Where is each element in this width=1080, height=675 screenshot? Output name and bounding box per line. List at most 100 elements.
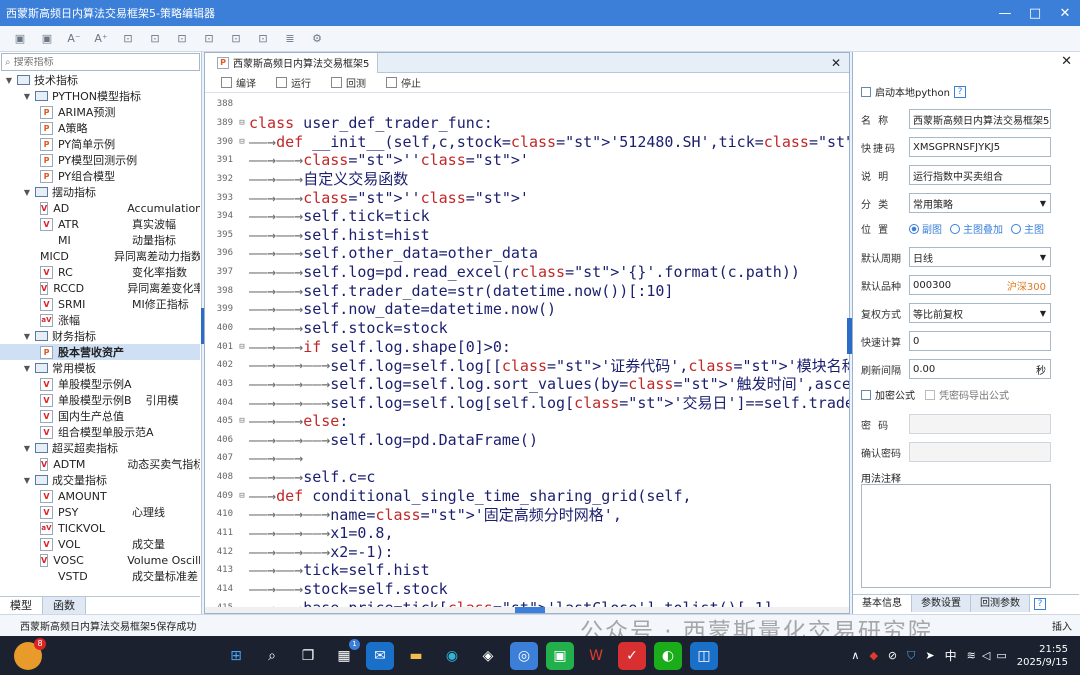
tree-item[interactable]: aV 涨幅 [0,312,200,328]
wifi-icon[interactable]: ≋ [967,649,976,662]
start-icon[interactable]: ⊞ [222,642,250,670]
maximize-button[interactable]: □ [1020,6,1050,21]
tree-folder[interactable]: ▼ 超买超卖指标 [0,440,200,456]
fold-marker-icon[interactable]: ⊟ [235,137,249,147]
radio-main-chart[interactable] [1011,223,1021,234]
wechat-work-icon[interactable]: ▣ [546,641,574,670]
close-button[interactable]: ✕ [1050,6,1080,21]
app-icon[interactable]: ◈ [474,642,502,670]
expand-arrow-icon[interactable]: ▼ [22,476,32,485]
tree-item[interactable]: P PY组合模型 [0,168,200,184]
expand-arrow-icon[interactable]: ▼ [22,188,32,197]
tab-functions[interactable]: 函数 [43,597,86,614]
tray-chevron-icon[interactable]: ∧ [851,649,859,662]
code-line[interactable]: 401 ⊟ ——→——→ if self.log.shape[0]>0: [205,337,849,356]
code-line[interactable]: 397 ——→——→ self.log=pd.read_excel(rclass="… [205,263,849,282]
tree-item[interactable]: V SRMI MI修正指标 [0,296,200,312]
fold-marker-icon[interactable]: ⊟ [235,342,249,352]
tree-folder[interactable]: ▼ 常用模板 [0,360,200,376]
stop-button[interactable]: 停止 [378,75,429,90]
tab-params[interactable]: 参数设置 [912,595,971,612]
search-box[interactable]: ⌕ [1,53,200,71]
export-icon[interactable]: ⊡ [226,30,246,48]
adjust-select[interactable]: 等比前复权 ▼ [909,303,1051,323]
code-line[interactable]: 389 ⊟ class user_def_trader_func: [205,114,849,133]
code-line[interactable]: 392 ——→——→ 自定义交易函数 [205,170,849,189]
variety-input[interactable]: 000300 沪深300 [909,275,1051,295]
code-line[interactable]: 403 ——→——→——→ self.log=self.log.sort_value… [205,375,849,394]
code-line[interactable]: 409 ⊟ ——→ def conditional_single_time_shari… [205,486,849,505]
fold-marker-icon[interactable]: ⊟ [235,491,249,501]
encrypt-checkbox[interactable] [861,389,871,400]
file-explorer-icon[interactable]: ▬ [402,642,430,670]
fold-marker-icon[interactable]: ⊟ [235,118,249,128]
help-icon[interactable]: ? [953,85,966,98]
code-line[interactable]: 407 ——→——→ [205,449,849,468]
period-select[interactable]: 日线 ▼ [909,247,1051,267]
tree-item[interactable]: V AD Accumulation or [0,200,200,216]
code-line[interactable]: 398 ——→——→ self.trader_date=str(datetime.n… [205,281,849,300]
code-area[interactable]: 388 389 ⊟ class user_def_trader_func: 390 ⊟ ——… [205,95,849,607]
radio-sub-chart[interactable] [909,223,919,234]
code-line[interactable]: 412 ——→——→——→ x2=-1): [205,542,849,561]
tray-app-icon[interactable]: ◆ [869,649,877,662]
search-taskbar-icon[interactable]: ⌕ [258,642,286,670]
font-decrease-icon[interactable]: A⁻ [64,30,84,48]
tree-folder[interactable]: ▼ PYTHON模型指标 [0,88,200,104]
tab-basic-info[interactable]: 基本信息 [853,595,912,612]
list-icon[interactable]: ≣ [280,30,300,48]
outdent-icon[interactable]: ⊡ [145,30,165,48]
font-increase-icon[interactable]: A⁺ [91,30,111,48]
code-line[interactable]: 390 ⊟ ——→ def __init__(self,c,stock=class="… [205,132,849,151]
code-line[interactable]: 400 ——→——→ self.stock=stock [205,319,849,338]
save-icon[interactable]: ▣ [10,30,30,48]
code-line[interactable]: 415——→——→base_price=tick[class="st">'las… [205,598,849,607]
fast-calc-input[interactable]: 0 [909,331,1051,351]
settings-icon[interactable]: ⚙ [307,30,327,48]
minimize-button[interactable]: — [990,6,1020,21]
confirm-password-input[interactable] [909,442,1051,462]
python-app-icon[interactable]: ◎ [510,641,538,670]
refresh-input[interactable]: 0.00 秒 [909,359,1051,379]
tree-item[interactable]: P PY简单示例 [0,136,200,152]
code-line[interactable]: 396 ——→——→ self.other_data=other_data [205,244,849,263]
mail-icon[interactable]: ✉ [366,641,394,670]
tree-item[interactable]: P PY模型回测示例 [0,152,200,168]
code-line[interactable]: 399 ——→——→ self.now_date=datetime.now() [205,300,849,319]
tree-item[interactable]: MI 动量指标 [0,232,200,248]
tray-location-icon[interactable]: ➤ [925,649,934,662]
expand-arrow-icon[interactable]: ▼ [4,76,14,85]
code-line[interactable]: 402 ——→——→——→ self.log=self.log[[class="st… [205,356,849,375]
tree-item[interactable]: V RCCD 异同离差变化率 [0,280,200,296]
wps-office-icon[interactable]: ✓ [618,641,646,670]
tree-item[interactable]: aV TICKVOL [0,520,200,536]
code-line[interactable]: 411 ——→——→——→ x1=0.8, [205,524,849,543]
tree-item[interactable]: V RC 变化率指数 [0,264,200,280]
backtest-button[interactable]: 回测 [323,75,374,90]
tree-item[interactable]: V 国内生产总值 [0,408,200,424]
category-select[interactable]: 常用策略 ▼ [909,193,1051,213]
tree-item[interactable]: MICD 异同离差动力指数 [0,248,200,264]
code-line[interactable]: 394 ——→——→ self.tick=tick [205,207,849,226]
tree-item[interactable]: P 股本营收资产 [0,344,200,360]
code-line[interactable]: 408 ——→——→ self.c=c [205,468,849,487]
props-help-icon[interactable]: ? [1034,598,1046,610]
expand-arrow-icon[interactable]: ▼ [22,92,32,101]
indent-icon[interactable]: ⊡ [118,30,138,48]
taskview-icon[interactable]: ❐ [294,642,322,670]
tree-item[interactable]: V ATR 真实波幅 [0,216,200,232]
wechat-icon[interactable]: ◐ [654,641,682,670]
tree-item[interactable]: V 单股模型示例A [0,376,200,392]
import-icon[interactable]: ⊡ [253,30,273,48]
props-close-button[interactable]: ✕ [1061,54,1072,69]
run-button[interactable]: 运行 [268,75,319,90]
expand-arrow-icon[interactable]: ▼ [22,332,32,341]
search-input[interactable] [13,56,184,68]
tray-shield-icon[interactable]: ⛉ [907,649,915,663]
widget-icon[interactable]: 8 [14,637,46,670]
wps-icon[interactable]: W [582,642,610,670]
radio-main-overlay[interactable] [950,223,960,234]
store-icon[interactable]: ▦ 1 [330,638,360,670]
editor-close-button[interactable]: ✕ [831,56,849,70]
tree-item[interactable]: P A策略 [0,120,200,136]
